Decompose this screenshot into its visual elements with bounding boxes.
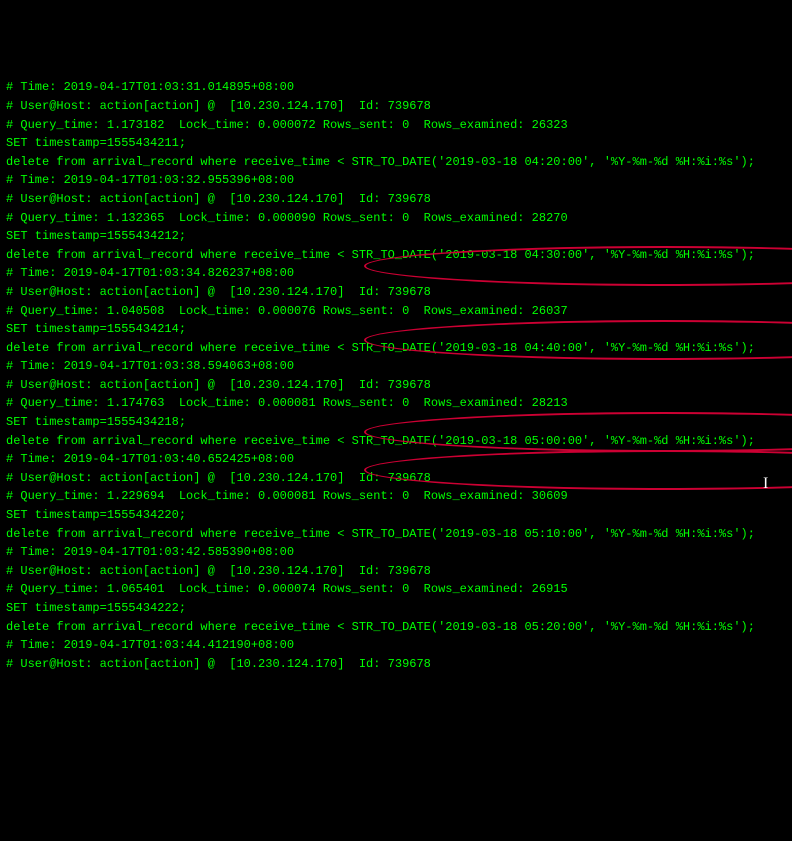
log-line[interactable]: delete from arrival_record where receive… — [6, 246, 786, 265]
log-line[interactable]: # Time: 2019-04-17T01:03:32.955396+08:00 — [6, 171, 786, 190]
log-line[interactable]: # Query_time: 1.173182 Lock_time: 0.0000… — [6, 116, 786, 135]
log-line[interactable]: # Query_time: 1.229694 Lock_time: 0.0000… — [6, 487, 786, 506]
log-line[interactable]: SET timestamp=1555434222; — [6, 599, 786, 618]
log-line[interactable]: SET timestamp=1555434211; — [6, 134, 786, 153]
log-line[interactable]: # User@Host: action[action] @ [10.230.12… — [6, 562, 786, 581]
log-line[interactable]: # Query_time: 1.174763 Lock_time: 0.0000… — [6, 394, 786, 413]
log-line[interactable]: # Time: 2019-04-17T01:03:42.585390+08:00 — [6, 543, 786, 562]
terminal-output[interactable]: # Time: 2019-04-17T01:03:31.014895+08:00… — [6, 78, 786, 673]
log-line[interactable]: delete from arrival_record where receive… — [6, 618, 786, 637]
log-line[interactable]: # User@Host: action[action] @ [10.230.12… — [6, 283, 786, 302]
log-line[interactable]: # Time: 2019-04-17T01:03:40.652425+08:00 — [6, 450, 786, 469]
log-line[interactable]: # Query_time: 1.132365 Lock_time: 0.0000… — [6, 209, 786, 228]
log-line[interactable]: delete from arrival_record where receive… — [6, 432, 786, 451]
log-line[interactable]: SET timestamp=1555434214; — [6, 320, 786, 339]
log-line[interactable]: # User@Host: action[action] @ [10.230.12… — [6, 376, 786, 395]
log-line[interactable]: delete from arrival_record where receive… — [6, 153, 786, 172]
log-line[interactable]: # User@Host: action[action] @ [10.230.12… — [6, 655, 786, 674]
log-line[interactable]: SET timestamp=1555434220; — [6, 506, 786, 525]
log-line[interactable]: SET timestamp=1555434218; — [6, 413, 786, 432]
log-line[interactable]: # Time: 2019-04-17T01:03:34.826237+08:00 — [6, 264, 786, 283]
log-line[interactable]: # User@Host: action[action] @ [10.230.12… — [6, 469, 786, 488]
log-line[interactable]: # User@Host: action[action] @ [10.230.12… — [6, 97, 786, 116]
log-line[interactable]: # Time: 2019-04-17T01:03:31.014895+08:00 — [6, 78, 786, 97]
log-line[interactable]: SET timestamp=1555434212; — [6, 227, 786, 246]
log-line[interactable]: delete from arrival_record where receive… — [6, 525, 786, 544]
log-line[interactable]: # Query_time: 1.040508 Lock_time: 0.0000… — [6, 302, 786, 321]
log-line[interactable]: # User@Host: action[action] @ [10.230.12… — [6, 190, 786, 209]
log-line[interactable]: # Time: 2019-04-17T01:03:44.412190+08:00 — [6, 636, 786, 655]
log-line[interactable]: delete from arrival_record where receive… — [6, 339, 786, 358]
log-line[interactable]: # Time: 2019-04-17T01:03:38.594063+08:00 — [6, 357, 786, 376]
log-line[interactable]: # Query_time: 1.065401 Lock_time: 0.0000… — [6, 580, 786, 599]
